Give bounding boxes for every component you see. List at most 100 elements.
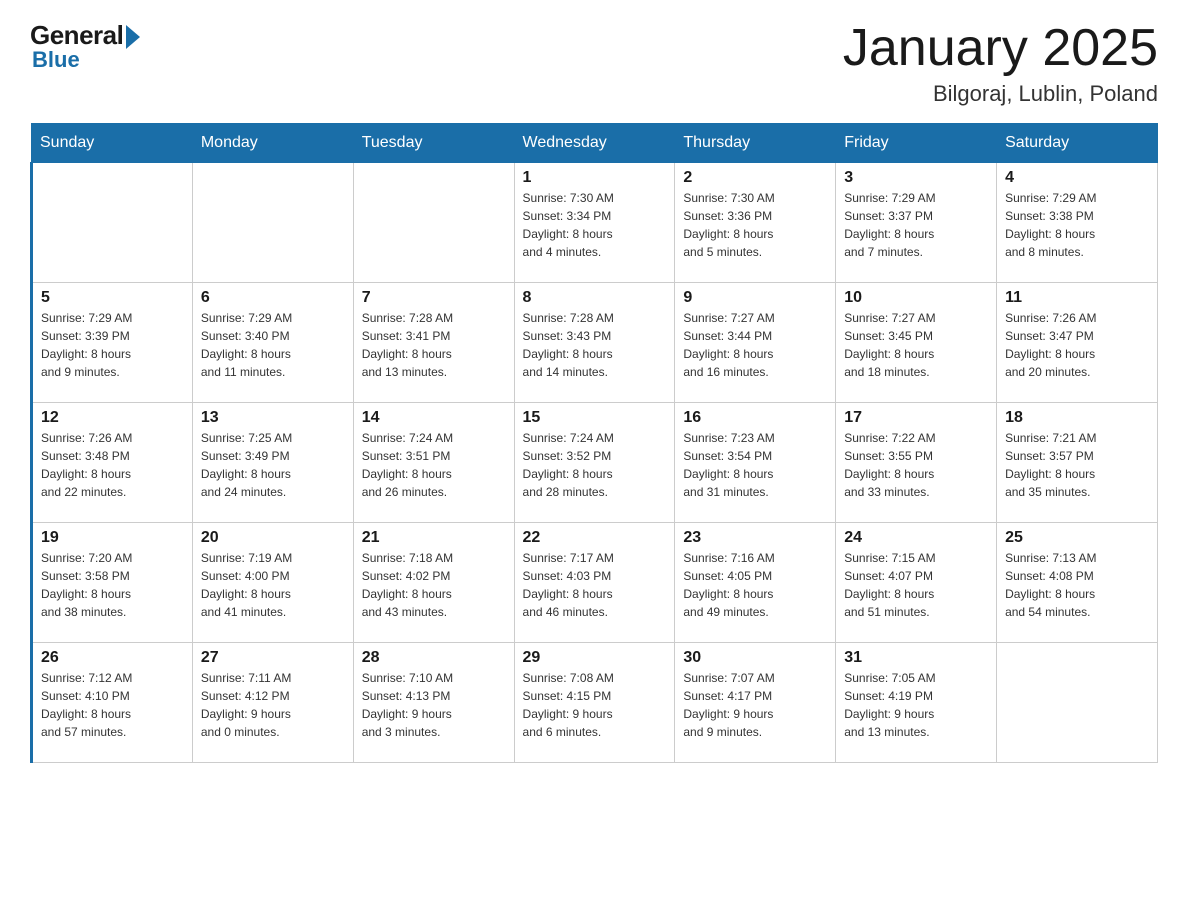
calendar-cell: 31 Sunrise: 7:05 AM Sunset: 4:19 PM Dayli… bbox=[836, 643, 997, 763]
calendar-cell: 1 Sunrise: 7:30 AM Sunset: 3:34 PM Daylig… bbox=[514, 163, 675, 283]
calendar-cell: 6 Sunrise: 7:29 AM Sunset: 3:40 PM Daylig… bbox=[192, 283, 353, 403]
day-info: Sunrise: 7:27 AM Sunset: 3:44 PM Dayligh… bbox=[683, 309, 827, 381]
calendar-cell: 11Sunrise: 7:26 AM Sunset: 3:47 PM Dayli… bbox=[997, 283, 1158, 403]
calendar-cell: 26 Sunrise: 7:12 AM Sunset: 4:10 PM Dayli… bbox=[32, 643, 193, 763]
day-info: Sunrise: 7:11 AM Sunset: 4:12 PM Dayligh… bbox=[201, 669, 345, 741]
day-number: 31 bbox=[844, 649, 988, 667]
day-number: 25 bbox=[1005, 529, 1149, 547]
calendar-cell: 13 Sunrise: 7:25 AM Sunset: 3:49 PM Dayli… bbox=[192, 403, 353, 523]
calendar-title: January 2025 bbox=[843, 20, 1158, 77]
calendar-cell: 19Sunrise: 7:20 AM Sunset: 3:58 PM Dayli… bbox=[32, 523, 193, 643]
calendar-cell: 3 Sunrise: 7:29 AM Sunset: 3:37 PM Daylig… bbox=[836, 163, 997, 283]
calendar-cell: 28Sunrise: 7:10 AM Sunset: 4:13 PM Dayli… bbox=[353, 643, 514, 763]
calendar-cell: 2Sunrise: 7:30 AM Sunset: 3:36 PM Daylig… bbox=[675, 163, 836, 283]
calendar-cell: 15 Sunrise: 7:24 AM Sunset: 3:52 PM Dayli… bbox=[514, 403, 675, 523]
calendar-cell: 21 Sunrise: 7:18 AM Sunset: 4:02 PM Dayli… bbox=[353, 523, 514, 643]
day-info: Sunrise: 7:30 AM Sunset: 3:34 PM Dayligh… bbox=[523, 189, 667, 261]
day-info: Sunrise: 7:17 AM Sunset: 4:03 PM Dayligh… bbox=[523, 549, 667, 621]
calendar-cell: 16 Sunrise: 7:23 AM Sunset: 3:54 PM Dayli… bbox=[675, 403, 836, 523]
calendar-cell: 29 Sunrise: 7:08 AM Sunset: 4:15 PM Dayli… bbox=[514, 643, 675, 763]
calendar-header: SundayMondayTuesdayWednesdayThursdayFrid… bbox=[32, 124, 1158, 163]
calendar-cell bbox=[192, 163, 353, 283]
week-row-2: 12Sunrise: 7:26 AM Sunset: 3:48 PM Dayli… bbox=[32, 403, 1158, 523]
calendar-cell: 12Sunrise: 7:26 AM Sunset: 3:48 PM Dayli… bbox=[32, 403, 193, 523]
logo-arrow-icon bbox=[126, 25, 140, 49]
logo-blue-text: Blue bbox=[32, 47, 80, 73]
day-info: Sunrise: 7:07 AM Sunset: 4:17 PM Dayligh… bbox=[683, 669, 827, 741]
day-info: Sunrise: 7:16 AM Sunset: 4:05 PM Dayligh… bbox=[683, 549, 827, 621]
day-info: Sunrise: 7:29 AM Sunset: 3:38 PM Dayligh… bbox=[1005, 189, 1149, 261]
calendar-cell: 30Sunrise: 7:07 AM Sunset: 4:17 PM Dayli… bbox=[675, 643, 836, 763]
day-number: 16 bbox=[683, 409, 827, 427]
day-number: 6 bbox=[201, 289, 345, 307]
day-number: 4 bbox=[1005, 169, 1149, 187]
header-cell-sunday: Sunday bbox=[32, 124, 193, 163]
day-info: Sunrise: 7:08 AM Sunset: 4:15 PM Dayligh… bbox=[523, 669, 667, 741]
day-info: Sunrise: 7:29 AM Sunset: 3:40 PM Dayligh… bbox=[201, 309, 345, 381]
day-number: 22 bbox=[523, 529, 667, 547]
day-info: Sunrise: 7:30 AM Sunset: 3:36 PM Dayligh… bbox=[683, 189, 827, 261]
calendar-cell bbox=[353, 163, 514, 283]
day-number: 11 bbox=[1005, 289, 1149, 307]
day-number: 14 bbox=[362, 409, 506, 427]
week-row-4: 26 Sunrise: 7:12 AM Sunset: 4:10 PM Dayli… bbox=[32, 643, 1158, 763]
calendar-subtitle: Bilgoraj, Lublin, Poland bbox=[843, 81, 1158, 107]
day-number: 19 bbox=[41, 529, 184, 547]
calendar-cell: 10 Sunrise: 7:27 AM Sunset: 3:45 PM Dayli… bbox=[836, 283, 997, 403]
day-info: Sunrise: 7:23 AM Sunset: 3:54 PM Dayligh… bbox=[683, 429, 827, 501]
day-number: 1 bbox=[523, 169, 667, 187]
day-info: Sunrise: 7:22 AM Sunset: 3:55 PM Dayligh… bbox=[844, 429, 988, 501]
calendar-cell: 7 Sunrise: 7:28 AM Sunset: 3:41 PM Daylig… bbox=[353, 283, 514, 403]
calendar-cell: 20 Sunrise: 7:19 AM Sunset: 4:00 PM Dayli… bbox=[192, 523, 353, 643]
header-cell-friday: Friday bbox=[836, 124, 997, 163]
header-row: SundayMondayTuesdayWednesdayThursdayFrid… bbox=[32, 124, 1158, 163]
calendar-cell: 18 Sunrise: 7:21 AM Sunset: 3:57 PM Dayli… bbox=[997, 403, 1158, 523]
calendar-cell: 24 Sunrise: 7:15 AM Sunset: 4:07 PM Dayli… bbox=[836, 523, 997, 643]
calendar-cell bbox=[997, 643, 1158, 763]
week-row-3: 19Sunrise: 7:20 AM Sunset: 3:58 PM Dayli… bbox=[32, 523, 1158, 643]
header-cell-tuesday: Tuesday bbox=[353, 124, 514, 163]
day-number: 15 bbox=[523, 409, 667, 427]
day-info: Sunrise: 7:15 AM Sunset: 4:07 PM Dayligh… bbox=[844, 549, 988, 621]
day-number: 7 bbox=[362, 289, 506, 307]
week-row-1: 5Sunrise: 7:29 AM Sunset: 3:39 PM Daylig… bbox=[32, 283, 1158, 403]
page-header: General Blue January 2025 Bilgoraj, Lubl… bbox=[30, 20, 1158, 107]
day-info: Sunrise: 7:05 AM Sunset: 4:19 PM Dayligh… bbox=[844, 669, 988, 741]
calendar-cell bbox=[32, 163, 193, 283]
header-cell-wednesday: Wednesday bbox=[514, 124, 675, 163]
day-info: Sunrise: 7:29 AM Sunset: 3:37 PM Dayligh… bbox=[844, 189, 988, 261]
day-number: 12 bbox=[41, 409, 184, 427]
day-number: 21 bbox=[362, 529, 506, 547]
day-number: 5 bbox=[41, 289, 184, 307]
day-number: 18 bbox=[1005, 409, 1149, 427]
day-number: 28 bbox=[362, 649, 506, 667]
day-number: 10 bbox=[844, 289, 988, 307]
day-info: Sunrise: 7:12 AM Sunset: 4:10 PM Dayligh… bbox=[41, 669, 184, 741]
day-info: Sunrise: 7:28 AM Sunset: 3:41 PM Dayligh… bbox=[362, 309, 506, 381]
calendar-cell: 14Sunrise: 7:24 AM Sunset: 3:51 PM Dayli… bbox=[353, 403, 514, 523]
day-info: Sunrise: 7:28 AM Sunset: 3:43 PM Dayligh… bbox=[523, 309, 667, 381]
header-cell-thursday: Thursday bbox=[675, 124, 836, 163]
calendar-table: SundayMondayTuesdayWednesdayThursdayFrid… bbox=[30, 123, 1158, 763]
calendar-cell: 22 Sunrise: 7:17 AM Sunset: 4:03 PM Dayli… bbox=[514, 523, 675, 643]
day-info: Sunrise: 7:13 AM Sunset: 4:08 PM Dayligh… bbox=[1005, 549, 1149, 621]
day-info: Sunrise: 7:19 AM Sunset: 4:00 PM Dayligh… bbox=[201, 549, 345, 621]
day-info: Sunrise: 7:18 AM Sunset: 4:02 PM Dayligh… bbox=[362, 549, 506, 621]
day-number: 24 bbox=[844, 529, 988, 547]
day-info: Sunrise: 7:27 AM Sunset: 3:45 PM Dayligh… bbox=[844, 309, 988, 381]
day-number: 8 bbox=[523, 289, 667, 307]
day-number: 17 bbox=[844, 409, 988, 427]
day-number: 3 bbox=[844, 169, 988, 187]
day-info: Sunrise: 7:24 AM Sunset: 3:52 PM Dayligh… bbox=[523, 429, 667, 501]
day-info: Sunrise: 7:25 AM Sunset: 3:49 PM Dayligh… bbox=[201, 429, 345, 501]
calendar-body: 1 Sunrise: 7:30 AM Sunset: 3:34 PM Daylig… bbox=[32, 163, 1158, 763]
day-number: 20 bbox=[201, 529, 345, 547]
day-number: 27 bbox=[201, 649, 345, 667]
day-number: 13 bbox=[201, 409, 345, 427]
day-number: 26 bbox=[41, 649, 184, 667]
day-info: Sunrise: 7:21 AM Sunset: 3:57 PM Dayligh… bbox=[1005, 429, 1149, 501]
day-number: 29 bbox=[523, 649, 667, 667]
calendar-cell: 27 Sunrise: 7:11 AM Sunset: 4:12 PM Dayli… bbox=[192, 643, 353, 763]
calendar-cell: 25 Sunrise: 7:13 AM Sunset: 4:08 PM Dayli… bbox=[997, 523, 1158, 643]
calendar-cell: 17 Sunrise: 7:22 AM Sunset: 3:55 PM Dayli… bbox=[836, 403, 997, 523]
